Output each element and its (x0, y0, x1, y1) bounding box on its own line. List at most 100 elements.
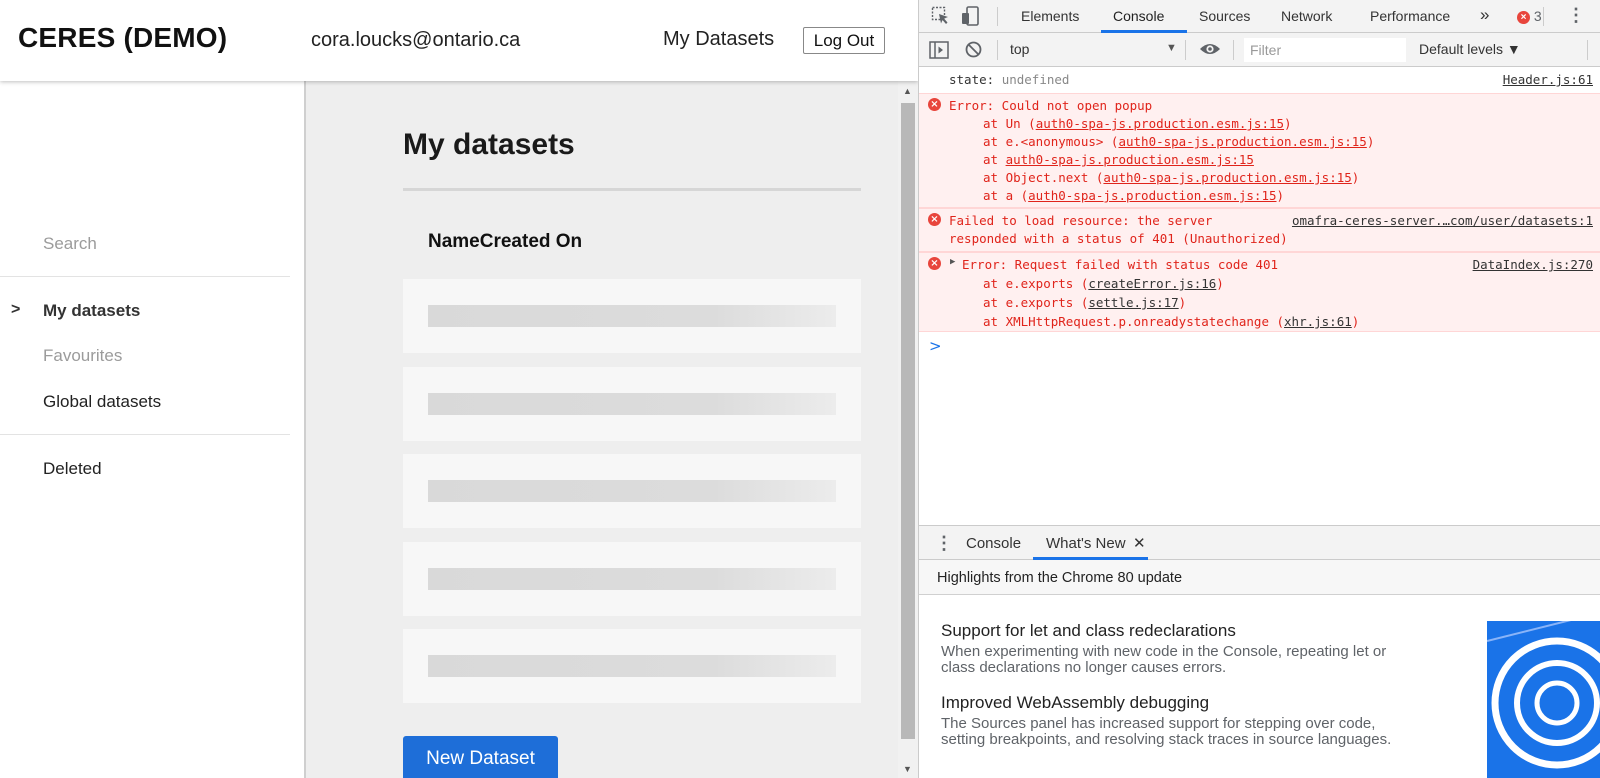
more-tabs-icon[interactable]: » (1480, 5, 1489, 25)
sidebar: Search > My datasets Favourites Global d… (0, 81, 306, 778)
stack-link[interactable]: auth0-spa-js.production.esm.js:15 (1103, 170, 1351, 185)
error-text: responded with a status of 401 (Unauthor… (949, 231, 1288, 246)
inspect-element-icon[interactable] (931, 6, 950, 30)
source-link[interactable]: Header.js:61 (1503, 72, 1593, 87)
console-toolbar: top ▼ Default levels ▼ (919, 33, 1600, 67)
console-error-message: × Failed to load resource: the server om… (919, 208, 1600, 252)
title-divider (403, 188, 861, 191)
devtools-panel: Elements Console Sources Network Perform… (918, 0, 1600, 778)
error-text: Error: Could not open popup (949, 98, 1153, 113)
tab-elements[interactable]: Elements (1021, 8, 1079, 24)
stack-frame: at Object.next (auth0-spa-js.production.… (983, 170, 1360, 185)
error-count-badge[interactable]: × 3 (1517, 8, 1542, 24)
device-toolbar-icon[interactable] (961, 6, 980, 31)
app-window: CERES (DEMO) cora.loucks@ontario.ca My D… (0, 0, 918, 778)
drawer-menu-icon[interactable]: ⋮ (935, 533, 953, 554)
devtools-tabbar: Elements Console Sources Network Perform… (919, 0, 1600, 33)
sidebar-item-global-datasets[interactable]: Global datasets (43, 392, 161, 412)
sidebar-item-deleted[interactable]: Deleted (43, 459, 102, 479)
table-row-skeleton (403, 279, 861, 353)
console-output: state: undefined Header.js:61 × Error: C… (919, 67, 1600, 525)
console-filter-input[interactable] (1244, 38, 1406, 62)
stack-link[interactable]: auth0-spa-js.production.esm.js:15 (1006, 152, 1254, 167)
tab-console[interactable]: Console (1113, 8, 1164, 24)
close-icon[interactable]: ✕ (1133, 534, 1146, 552)
log-levels-select[interactable]: Default levels ▼ (1419, 41, 1521, 57)
context-select[interactable]: top (1010, 41, 1029, 57)
sidebar-divider (0, 276, 290, 277)
stack-frame: at e.<anonymous> (auth0-spa-js.productio… (983, 134, 1375, 149)
drawer-tab-console[interactable]: Console (966, 535, 1021, 552)
toolbar-separator (1185, 40, 1186, 60)
drawer-tab-whats-new[interactable]: What's New (1046, 535, 1126, 552)
sidebar-toggle-icon[interactable] (929, 41, 949, 64)
skeleton-bar (428, 305, 836, 327)
error-icon: × (1517, 11, 1530, 24)
stack-frame: at XMLHttpRequest.p.onreadystatechange (… (983, 314, 1360, 329)
active-marker-icon: > (11, 301, 21, 318)
highlights-text: Highlights from the Chrome 80 update (937, 570, 1183, 586)
logout-button[interactable]: Log Out (803, 27, 885, 54)
sidebar-item-my-datasets[interactable]: My datasets (43, 301, 140, 321)
toolbar-separator (997, 7, 998, 26)
drawer-tabbar: ⋮ Console What's New ✕ (919, 525, 1600, 560)
error-text: Failed to load resource: the server (949, 213, 1213, 228)
main-content: My datasets NameCreated On New Dataset (306, 81, 898, 778)
toolbar-separator (997, 40, 998, 60)
tab-sources[interactable]: Sources (1199, 8, 1250, 24)
scroll-up-icon[interactable]: ▲ (903, 86, 912, 96)
tab-performance[interactable]: Performance (1370, 8, 1450, 24)
stack-link[interactable]: settle.js:17 (1088, 295, 1178, 310)
scroll-thumb[interactable] (901, 103, 915, 739)
table-header: NameCreated On (428, 231, 583, 252)
stack-link[interactable]: xhr.js:61 (1284, 314, 1352, 329)
stack-frame: at a (auth0-spa-js.production.esm.js:15) (983, 188, 1285, 203)
error-icon: × (928, 257, 941, 270)
error-icon: × (928, 213, 941, 226)
stack-link[interactable]: auth0-spa-js.production.esm.js:15 (1028, 188, 1276, 203)
skeleton-bar (428, 655, 836, 677)
table-row-skeleton (403, 454, 861, 528)
main-scrollbar[interactable]: ▲ ▼ (898, 81, 918, 778)
chevron-down-icon[interactable]: ▼ (1166, 42, 1177, 54)
skeleton-bar (428, 393, 836, 415)
kebab-menu-icon[interactable]: ⋮ (1567, 5, 1585, 26)
clear-console-icon[interactable] (965, 41, 982, 63)
stack-link[interactable]: createError.js:16 (1088, 276, 1216, 291)
stack-link[interactable]: auth0-spa-js.production.esm.js:15 (1118, 134, 1366, 149)
feature-description: The Sources panel has increased support … (941, 715, 1392, 748)
new-dataset-button[interactable]: New Dataset (403, 736, 558, 778)
toolbar-separator (1587, 40, 1588, 60)
toolbar-separator (1543, 7, 1544, 26)
user-email: cora.loucks@ontario.ca (311, 29, 521, 51)
whats-new-body: Support for let and class redeclarations… (919, 595, 1600, 778)
whats-new-header: Highlights from the Chrome 80 update (919, 560, 1600, 595)
error-count: 3 (1533, 8, 1542, 24)
skeleton-bar (428, 568, 836, 590)
table-row-skeleton (403, 542, 861, 616)
nav-my-datasets-link[interactable]: My Datasets (663, 28, 774, 51)
expand-triangle-icon[interactable]: ▶ (950, 257, 955, 267)
feature-title[interactable]: Support for let and class redeclarations (941, 621, 1236, 641)
sidebar-item-favourites[interactable]: Favourites (43, 346, 122, 366)
stack-frame: at auth0-spa-js.production.esm.js:15 (983, 152, 1254, 167)
sidebar-search[interactable]: Search (43, 234, 97, 254)
error-text: Error: Request failed with status code 4… (962, 257, 1279, 272)
chrome-devtools-graphic-icon (1487, 621, 1600, 778)
console-log-message: state: undefined Header.js:61 (919, 70, 1600, 92)
tab-network[interactable]: Network (1281, 8, 1332, 24)
toolbar-separator (1233, 40, 1234, 60)
console-prompt-icon[interactable]: > (929, 337, 942, 355)
console-error-message: × ▶ Error: Request failed with status co… (919, 252, 1600, 332)
app-header: CERES (DEMO) cora.loucks@ontario.ca My D… (0, 0, 918, 81)
scroll-down-icon[interactable]: ▼ (903, 764, 912, 774)
console-error-message: × Error: Could not open popup at Un (aut… (919, 93, 1600, 208)
live-expression-eye-icon[interactable] (1199, 42, 1221, 61)
table-row-skeleton (403, 629, 861, 703)
source-link[interactable]: DataIndex.js:270 (1473, 257, 1593, 272)
source-link[interactable]: omafra-ceres-server.…com/user/datasets:1 (1292, 213, 1593, 228)
feature-title[interactable]: Improved WebAssembly debugging (941, 693, 1209, 713)
page-title: My datasets (403, 128, 575, 161)
stack-frame: at Un (auth0-spa-js.production.esm.js:15… (983, 116, 1292, 131)
stack-link[interactable]: auth0-spa-js.production.esm.js:15 (1036, 116, 1284, 131)
